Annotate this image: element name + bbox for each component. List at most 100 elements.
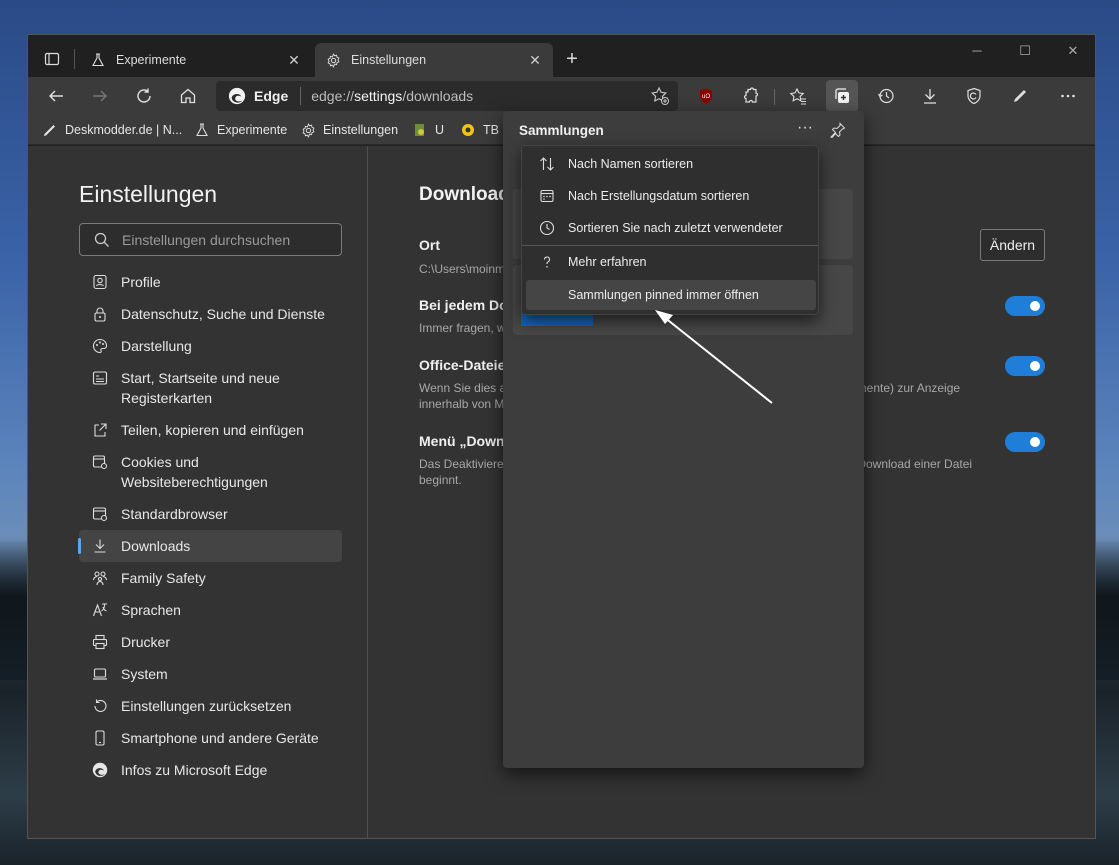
menu-setting-toggle[interactable]	[1005, 432, 1045, 452]
reset-icon	[91, 696, 109, 716]
cookie-icon	[91, 452, 109, 472]
menu-item-sort-date[interactable]: Nach Erstellungsdatum sortieren	[526, 181, 816, 211]
sidebar-item-share[interactable]: Teilen, kopieren und einfügen	[79, 414, 342, 446]
sidebar-item-label: Infos zu Microsoft Edge	[121, 762, 268, 778]
address-brand: Edge	[254, 88, 289, 104]
menu-item-sort-recent[interactable]: Sortieren Sie nach zuletzt verwendeter	[526, 213, 816, 243]
add-favorite-icon[interactable]	[650, 86, 670, 106]
office-setting-desc-2: innerhalb von M	[419, 397, 505, 411]
sidebar-item-label: Cookies und Websiteberechtigungen	[121, 454, 268, 490]
share-icon	[91, 420, 109, 440]
change-location-button[interactable]: Ändern	[980, 229, 1045, 261]
calendar-icon	[538, 187, 556, 205]
collections-more-button[interactable]: ···	[793, 119, 817, 141]
tab-experimente[interactable]: Experimente ✕	[80, 43, 312, 77]
favorite-item-experimente[interactable]: Experimente	[194, 120, 287, 140]
downloads-icon[interactable]	[914, 80, 946, 112]
page-title: Download	[419, 184, 510, 205]
sidebar-item-family[interactable]: Family Safety	[79, 562, 342, 594]
collections-icon[interactable]	[826, 80, 858, 112]
home-icon[interactable]	[172, 80, 204, 112]
sidebar-item-label: Standardbrowser	[121, 506, 228, 522]
sidebar-item-label: Teilen, kopieren und einfügen	[121, 422, 304, 438]
menu-item-sort-name[interactable]: Nach Namen sortieren	[526, 149, 816, 179]
sidebar-item-phone[interactable]: Smartphone und andere Geräte	[79, 722, 342, 754]
menu-item-always-pin[interactable]: Sammlungen pinned immer öffnen	[526, 280, 816, 310]
phone-icon	[91, 728, 109, 748]
file-icon	[412, 122, 428, 138]
settings-more-icon[interactable]	[1052, 80, 1084, 112]
sidebar-item-languages[interactable]: Sprachen	[79, 594, 342, 626]
printer-icon	[91, 632, 109, 652]
sidebar-item-default-browser[interactable]: Standardbrowser	[79, 498, 342, 530]
pin-icon[interactable]	[827, 119, 849, 141]
tab-separator	[74, 49, 75, 69]
sidebar-item-start[interactable]: Start, Startseite und neue Registerkarte…	[79, 362, 342, 414]
maximize-icon[interactable]: ☐	[1002, 43, 1048, 63]
ask-setting-toggle[interactable]	[1005, 296, 1045, 316]
menu-separator	[522, 245, 818, 246]
sidebar-item-about[interactable]: Infos zu Microsoft Edge	[79, 754, 342, 786]
sidebar-item-profile[interactable]: Profile	[79, 266, 342, 298]
pen-extension-icon[interactable]	[1004, 80, 1036, 112]
tab-close-icon[interactable]: ✕	[527, 52, 543, 69]
search-input[interactable]	[122, 231, 322, 248]
favorite-item-tb[interactable]: TB	[460, 120, 499, 140]
address-divider	[300, 87, 302, 105]
sidebar-item-label: Darstellung	[121, 338, 192, 354]
office-setting-desc: Wenn Sie dies al	[419, 381, 509, 395]
tab-einstellungen[interactable]: Einstellungen ✕	[315, 43, 553, 77]
flask-icon	[194, 122, 210, 138]
home-tabs-icon	[91, 368, 109, 388]
menu-item-label: Nach Namen sortieren	[568, 157, 694, 171]
extensions-icon[interactable]	[734, 80, 766, 112]
menu-setting-desc-right: r Download einer Datei	[850, 457, 973, 471]
settings-search[interactable]	[79, 223, 342, 256]
refresh-icon[interactable]	[128, 80, 160, 112]
minimize-icon[interactable]: ─	[954, 43, 1000, 63]
toolbar: Edge edge://settings/downloads uO	[28, 77, 1095, 115]
sidebar-item-system[interactable]: System	[79, 658, 342, 690]
svg-text:uO: uO	[702, 94, 710, 100]
favorites-icon[interactable]	[782, 80, 814, 112]
lock-icon	[91, 304, 109, 324]
ublock-icon[interactable]: uO	[690, 80, 722, 112]
favorite-item-deskmodder[interactable]: Deskmodder.de | N...	[42, 120, 182, 140]
back-icon[interactable]	[40, 80, 72, 112]
tab-close-icon[interactable]: ✕	[286, 52, 302, 69]
profile-icon	[91, 272, 109, 292]
favorite-label: TB	[483, 123, 499, 137]
sidebar-item-downloads[interactable]: Downloads	[78, 530, 342, 562]
sidebar-item-appearance[interactable]: Darstellung	[79, 330, 342, 362]
address-bar[interactable]: Edge edge://settings/downloads	[216, 81, 678, 111]
forward-icon[interactable]	[84, 80, 116, 112]
settings-nav: Profile Datenschutz, Suche und Dienste D…	[78, 266, 342, 786]
menu-item-learn-more[interactable]: Mehr erfahren	[526, 247, 816, 277]
flask-icon	[90, 52, 106, 68]
sidebar-item-reset[interactable]: Einstellungen zurücksetzen	[79, 690, 342, 722]
language-icon	[91, 600, 109, 620]
ask-setting-desc: Immer fragen, w	[419, 321, 506, 335]
favorite-item-einstellungen[interactable]: Einstellungen	[300, 120, 398, 140]
sort-icon	[538, 155, 556, 173]
office-setting-toggle[interactable]	[1005, 356, 1045, 376]
sidebar-item-printer[interactable]: Drucker	[79, 626, 342, 658]
favorite-label: Einstellungen	[323, 123, 399, 137]
sidebar-item-label: Start, Startseite und neue Registerkarte…	[121, 370, 280, 406]
browser-essentials-icon[interactable]	[958, 80, 990, 112]
favorite-item-u[interactable]: U	[412, 120, 444, 140]
close-window-icon[interactable]: ✕	[1050, 43, 1095, 63]
sidebar-item-label: Sprachen	[121, 602, 181, 618]
sidebar-item-privacy[interactable]: Datenschutz, Suche und Dienste	[79, 298, 342, 330]
office-setting-desc-right: umente) zur Anzeige	[850, 381, 961, 395]
browser-window: Experimente ✕ Einstellungen ✕ + ─ ☐ ✕ Ed…	[27, 34, 1096, 839]
history-icon[interactable]	[870, 80, 902, 112]
new-tab-button[interactable]: +	[560, 47, 584, 71]
gear-icon	[325, 52, 341, 68]
browser-icon	[91, 504, 109, 524]
sidebar-item-label: System	[121, 666, 168, 682]
tab-actions-icon[interactable]	[36, 47, 68, 71]
sidebar-item-cookies[interactable]: Cookies und Websiteberechtigungen	[79, 446, 342, 498]
sidebar-item-label: Downloads	[121, 538, 191, 554]
settings-title: Einstellungen	[79, 181, 218, 207]
